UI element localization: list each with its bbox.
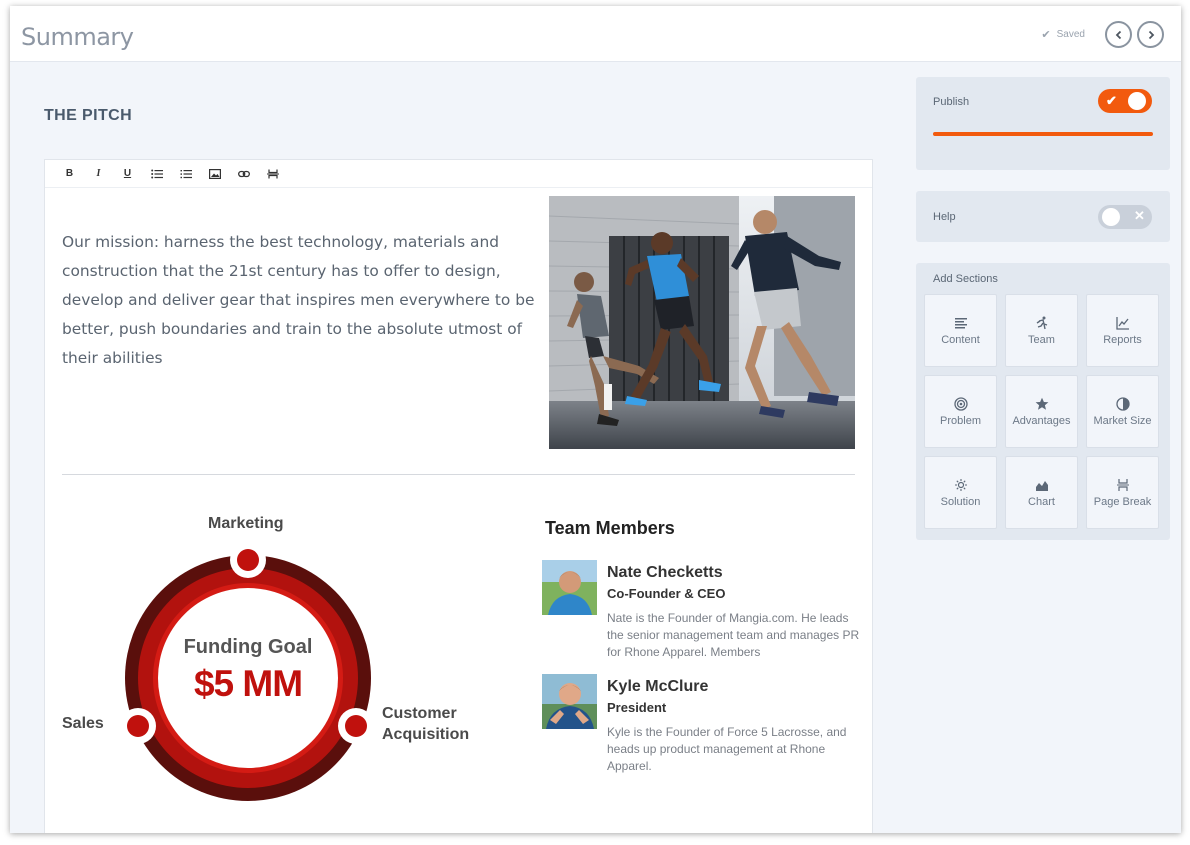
add-solution-tile[interactable]: Solution <box>924 456 997 529</box>
insert-link-button[interactable] <box>229 164 258 184</box>
toggle-knob <box>1102 208 1120 226</box>
bold-button[interactable]: B <box>55 164 84 184</box>
toggle-knob <box>1128 92 1146 110</box>
publish-progress-bar <box>933 132 1153 136</box>
tile-label: Chart <box>1028 495 1055 508</box>
close-icon: ✕ <box>1134 208 1145 223</box>
funding-goal-heading: Funding Goal <box>183 636 313 658</box>
pie-icon <box>1115 396 1130 411</box>
target-icon <box>953 396 968 411</box>
page-title: Summary <box>21 23 134 51</box>
bullet-list-icon <box>150 169 163 178</box>
team-members-title: Team Members <box>545 518 675 538</box>
publish-toggle[interactable]: ✔ <box>1098 89 1152 113</box>
publish-label: Publish <box>933 96 970 108</box>
tile-label: Solution <box>940 495 981 508</box>
team-member-card: Nate Checketts Co-Founder & CEO Nate is … <box>542 560 862 670</box>
italic-button[interactable]: I <box>84 164 113 184</box>
add-problem-tile[interactable]: Problem <box>924 375 997 448</box>
add-page-break-tile[interactable]: Page Break <box>1086 456 1159 529</box>
add-team-tile[interactable]: Team <box>1005 294 1078 367</box>
tile-label: Advantages <box>1012 414 1071 427</box>
page-break-icon <box>266 169 279 178</box>
star-icon <box>1035 397 1048 410</box>
member-name: Nate Checketts <box>607 564 723 581</box>
mission-text[interactable]: Our mission: harness the best technology… <box>62 228 542 373</box>
top-bar: Summary ✔ Saved <box>10 6 1181 62</box>
tile-label: Team <box>1028 333 1055 346</box>
pitch-editor[interactable]: B I U Our mission: harness the best tech… <box>44 159 873 833</box>
insert-image-button[interactable] <box>200 164 229 184</box>
chevron-right-icon <box>1148 30 1154 39</box>
customer-acquisition-label-line2: Acquisition <box>382 726 470 743</box>
previous-button[interactable] <box>1105 21 1132 48</box>
help-label: Help <box>933 211 956 223</box>
bullet-list-button[interactable] <box>142 164 171 184</box>
funding-graphic: Funding Goal $5 MM Marketing Sales Custo… <box>45 500 525 833</box>
marketing-label: Marketing <box>208 515 284 532</box>
next-button[interactable] <box>1137 21 1164 48</box>
athletes-photo <box>549 196 855 449</box>
customer-acquisition-label-line1: Customer <box>382 705 457 722</box>
saved-status: ✔ Saved <box>1041 28 1085 41</box>
add-advantages-tile[interactable]: Advantages <box>1005 375 1078 448</box>
add-sections-label: Add Sections <box>933 273 998 285</box>
tile-label: Page Break <box>1093 495 1152 508</box>
sales-label: Sales <box>62 715 104 732</box>
lightbulb-icon <box>954 478 967 491</box>
line-chart-icon <box>1115 316 1129 330</box>
section-divider <box>62 474 855 475</box>
tile-label: Market Size <box>1093 414 1152 427</box>
member-bio: Nate is the Founder of Mangia.com. He le… <box>607 611 860 659</box>
team-member-card: Kyle McClure President Kyle is the Found… <box>542 674 862 784</box>
app-window: Summary ✔ Saved THE PITCH B I U Our miss… <box>10 6 1181 833</box>
member-bio: Kyle is the Founder of Force 5 Lacrosse,… <box>607 725 847 773</box>
add-sections-panel: Add Sections Content Team Reports Proble… <box>916 263 1170 540</box>
editor-toolbar: B I U <box>45 160 872 188</box>
funding-goal-amount: $5 MM <box>193 663 303 704</box>
link-icon <box>237 170 250 177</box>
tile-label: Content <box>941 333 980 346</box>
saved-label: Saved <box>1056 29 1085 40</box>
publish-panel: Publish ✔ <box>916 77 1170 170</box>
content-icon <box>954 317 967 328</box>
section-title: THE PITCH <box>44 107 133 124</box>
tile-label: Problem <box>940 414 981 427</box>
image-icon <box>208 168 221 179</box>
add-market-size-tile[interactable]: Market Size <box>1086 375 1159 448</box>
section-tiles: Content Team Reports Problem Advantages … <box>924 294 1159 529</box>
avatar <box>542 674 597 729</box>
underline-button[interactable]: U <box>113 164 142 184</box>
check-icon: ✔ <box>1106 93 1117 108</box>
help-toggle[interactable]: ✕ <box>1098 205 1152 229</box>
add-reports-tile[interactable]: Reports <box>1086 294 1159 367</box>
page-break-icon <box>1116 478 1129 491</box>
numbered-list-button[interactable] <box>171 164 200 184</box>
chevron-left-icon <box>1115 30 1121 39</box>
numbered-list-icon <box>180 169 192 178</box>
member-role: President <box>607 700 667 715</box>
member-role: Co-Founder & CEO <box>607 586 726 601</box>
runner-icon <box>1036 316 1047 329</box>
add-content-tile[interactable]: Content <box>924 294 997 367</box>
help-panel: Help ✕ <box>916 191 1170 242</box>
add-chart-tile[interactable]: Chart <box>1005 456 1078 529</box>
member-name: Kyle McClure <box>607 678 709 695</box>
tile-label: Reports <box>1103 333 1142 346</box>
page-break-button[interactable] <box>258 164 287 184</box>
check-icon: ✔ <box>1041 29 1051 41</box>
area-chart-icon <box>1035 480 1048 491</box>
avatar <box>542 560 597 615</box>
